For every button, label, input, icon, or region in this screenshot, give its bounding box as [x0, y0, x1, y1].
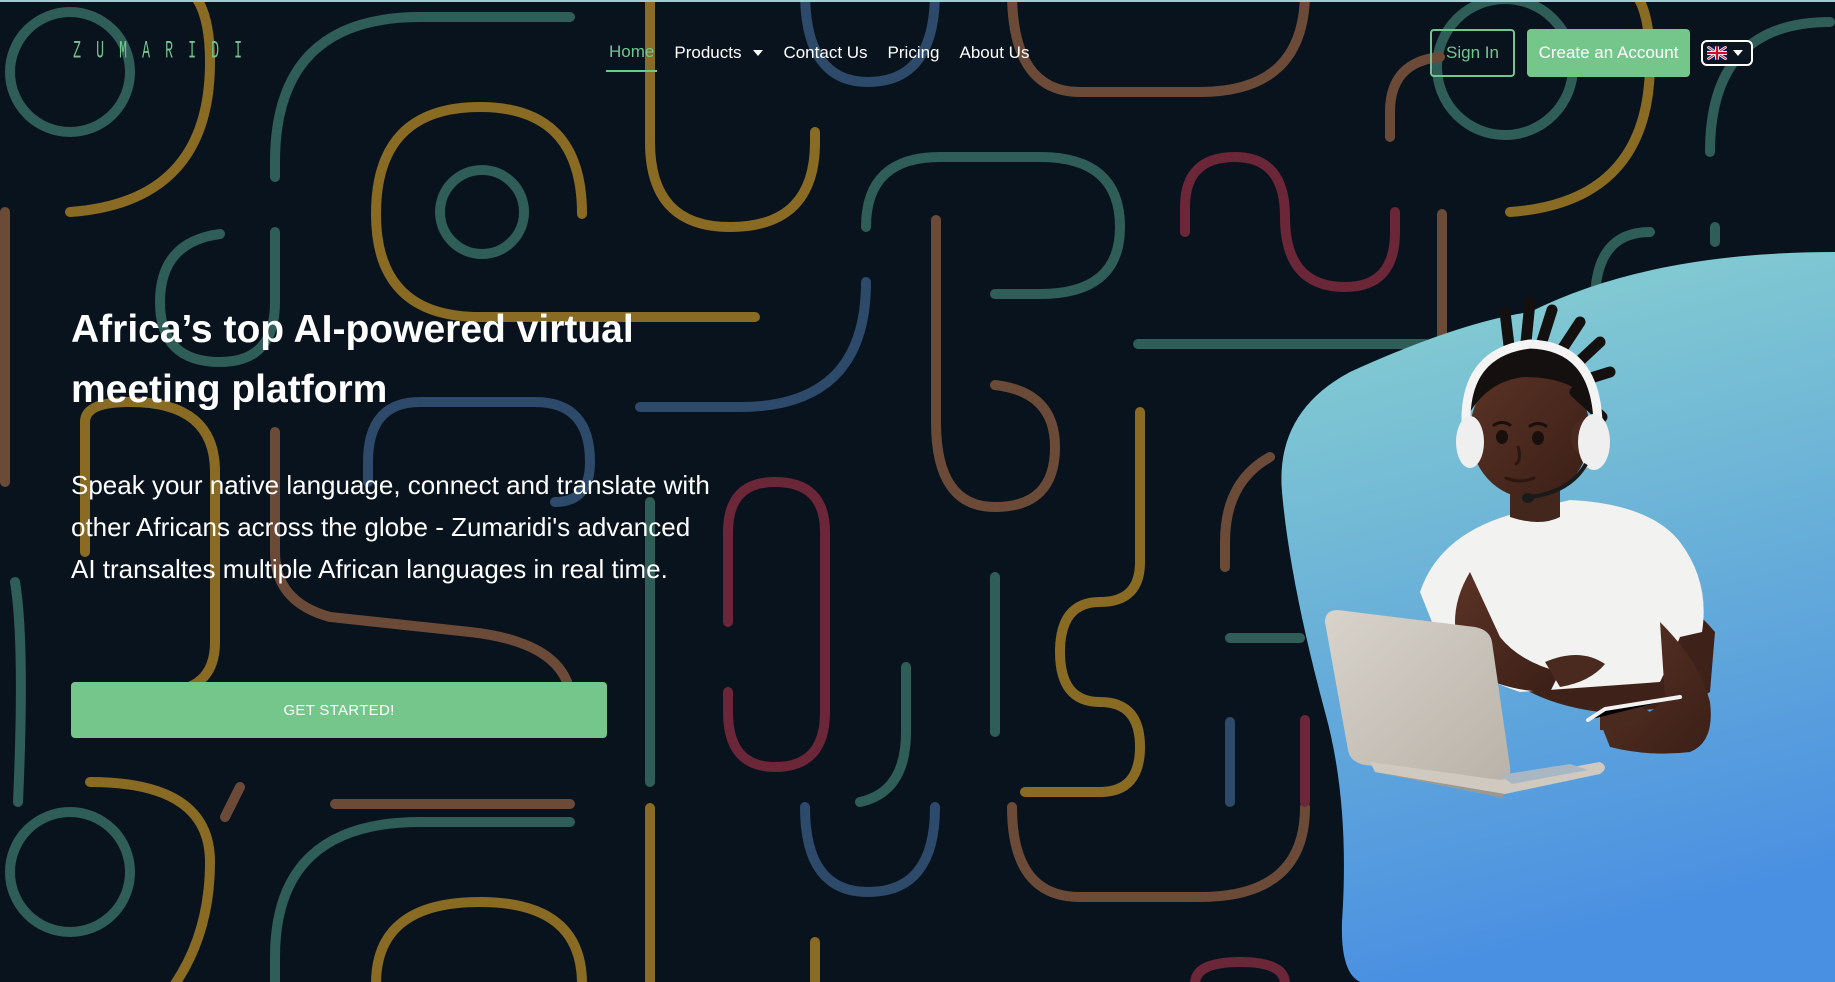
nav-contact-us-label: Contact Us [783, 43, 868, 62]
nav-products[interactable]: Products [671, 41, 766, 71]
logo-letter: I [188, 37, 198, 66]
hero-title: Africa’s top AI-powered virtual meeting … [71, 308, 634, 411]
hero-description: Speak your native language, connect and … [71, 470, 710, 584]
landing-page: ZUMARIDI Home Products Contact Us Pricin… [0, 0, 1835, 982]
nav-about-us[interactable]: About Us [957, 41, 1033, 71]
nav-pricing-label: Pricing [887, 43, 940, 62]
main-navigation: Home Products Contact Us Pricing About U… [606, 40, 1046, 72]
create-account-button[interactable]: Create an Account [1527, 29, 1690, 77]
sign-in-button[interactable]: Sign In [1430, 29, 1515, 77]
uk-flag-icon [1707, 46, 1727, 60]
zumaridi-logo[interactable]: ZUMARIDI [70, 37, 245, 66]
logo-letter: M [119, 37, 129, 66]
nav-contact-us[interactable]: Contact Us [780, 41, 870, 71]
nav-products-label: Products [674, 43, 742, 62]
hero-illustration [1281, 252, 1835, 982]
chevron-down-icon [1733, 50, 1743, 56]
nav-about-us-label: About Us [959, 43, 1030, 62]
chevron-down-icon [753, 50, 764, 56]
get-started-button[interactable]: GET STARTED! [71, 682, 607, 738]
logo-letter: R [165, 37, 175, 66]
logo-letter: I [234, 37, 244, 66]
logo-letter: A [142, 37, 152, 66]
top-navbar: ZUMARIDI Home Products Contact Us Pricin… [0, 2, 1835, 102]
headset-icon [1456, 416, 1484, 468]
logo-letter: Z [73, 37, 83, 66]
nav-pricing[interactable]: Pricing [885, 41, 943, 71]
logo-letter: U [96, 37, 106, 66]
nav-home[interactable]: Home [606, 40, 658, 72]
nav-home-label: Home [609, 42, 655, 61]
logo-letter: D [211, 37, 221, 66]
language-selector[interactable] [1701, 40, 1753, 66]
